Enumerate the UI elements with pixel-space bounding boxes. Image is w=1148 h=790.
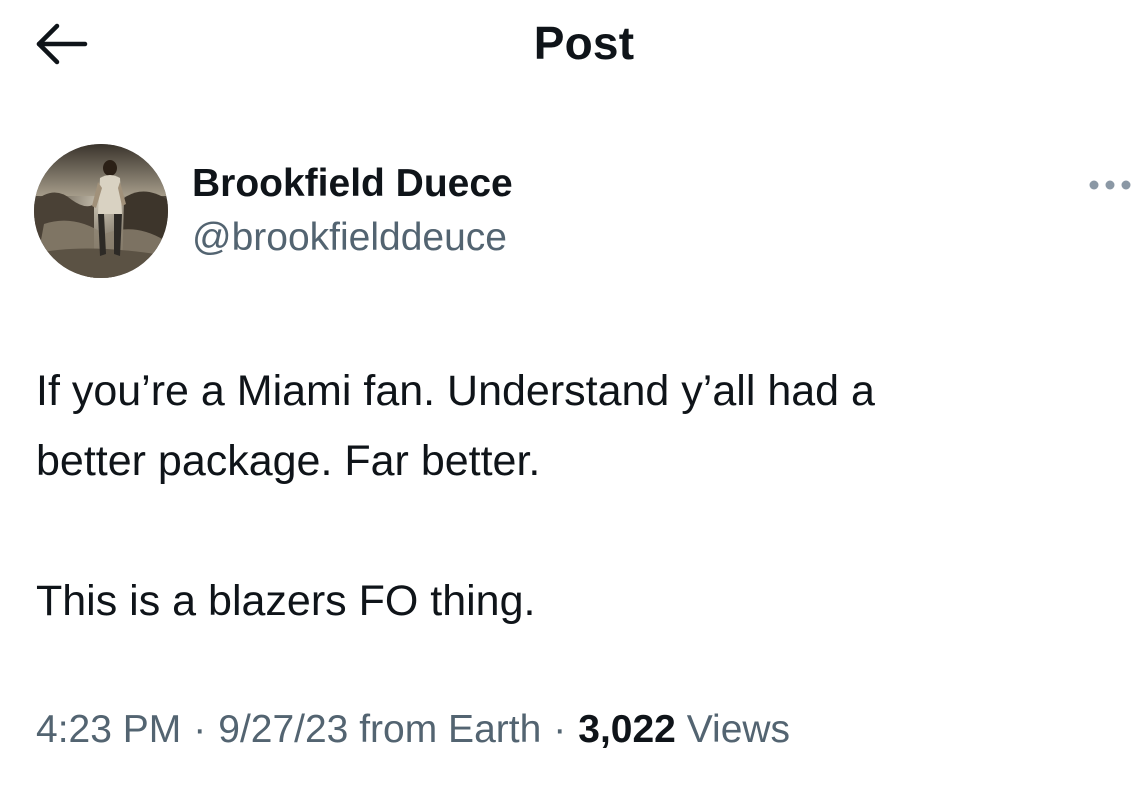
user-handle[interactable]: @brookfielddeuce (192, 216, 507, 260)
tweet-text: If you’re a Miami fan. Understand y’all … (36, 356, 1116, 636)
avatar-image (34, 144, 168, 278)
more-options-button[interactable] (1080, 170, 1140, 200)
meta-separator: · (553, 708, 567, 751)
tweet-paragraph-gap (36, 496, 1116, 566)
tweet-line: This is a blazers FO thing. (36, 577, 536, 625)
meta-separator: · (193, 708, 207, 751)
tweet-meta: 4:23 PM · 9/27/23 from Earth · 3,022 Views (36, 708, 790, 752)
views-label[interactable]: Views (687, 708, 790, 751)
post-source: from Earth (359, 708, 542, 751)
tweet-line: better package. Far better. (36, 437, 541, 485)
top-bar: Post (0, 0, 1148, 92)
views-count[interactable]: 3,022 (578, 708, 676, 751)
page-title: Post (533, 17, 635, 69)
more-horizontal-icon (1089, 180, 1131, 190)
display-name[interactable]: Brookfield Duece (192, 162, 513, 206)
post-date[interactable]: 9/27/23 (218, 708, 348, 751)
tweet-line: If you’re a Miami fan. Understand y’all … (36, 367, 875, 415)
author-row: Brookfield Duece @brookfielddeuce (34, 144, 1134, 284)
avatar[interactable] (34, 144, 168, 278)
post-time[interactable]: 4:23 PM (36, 708, 181, 751)
